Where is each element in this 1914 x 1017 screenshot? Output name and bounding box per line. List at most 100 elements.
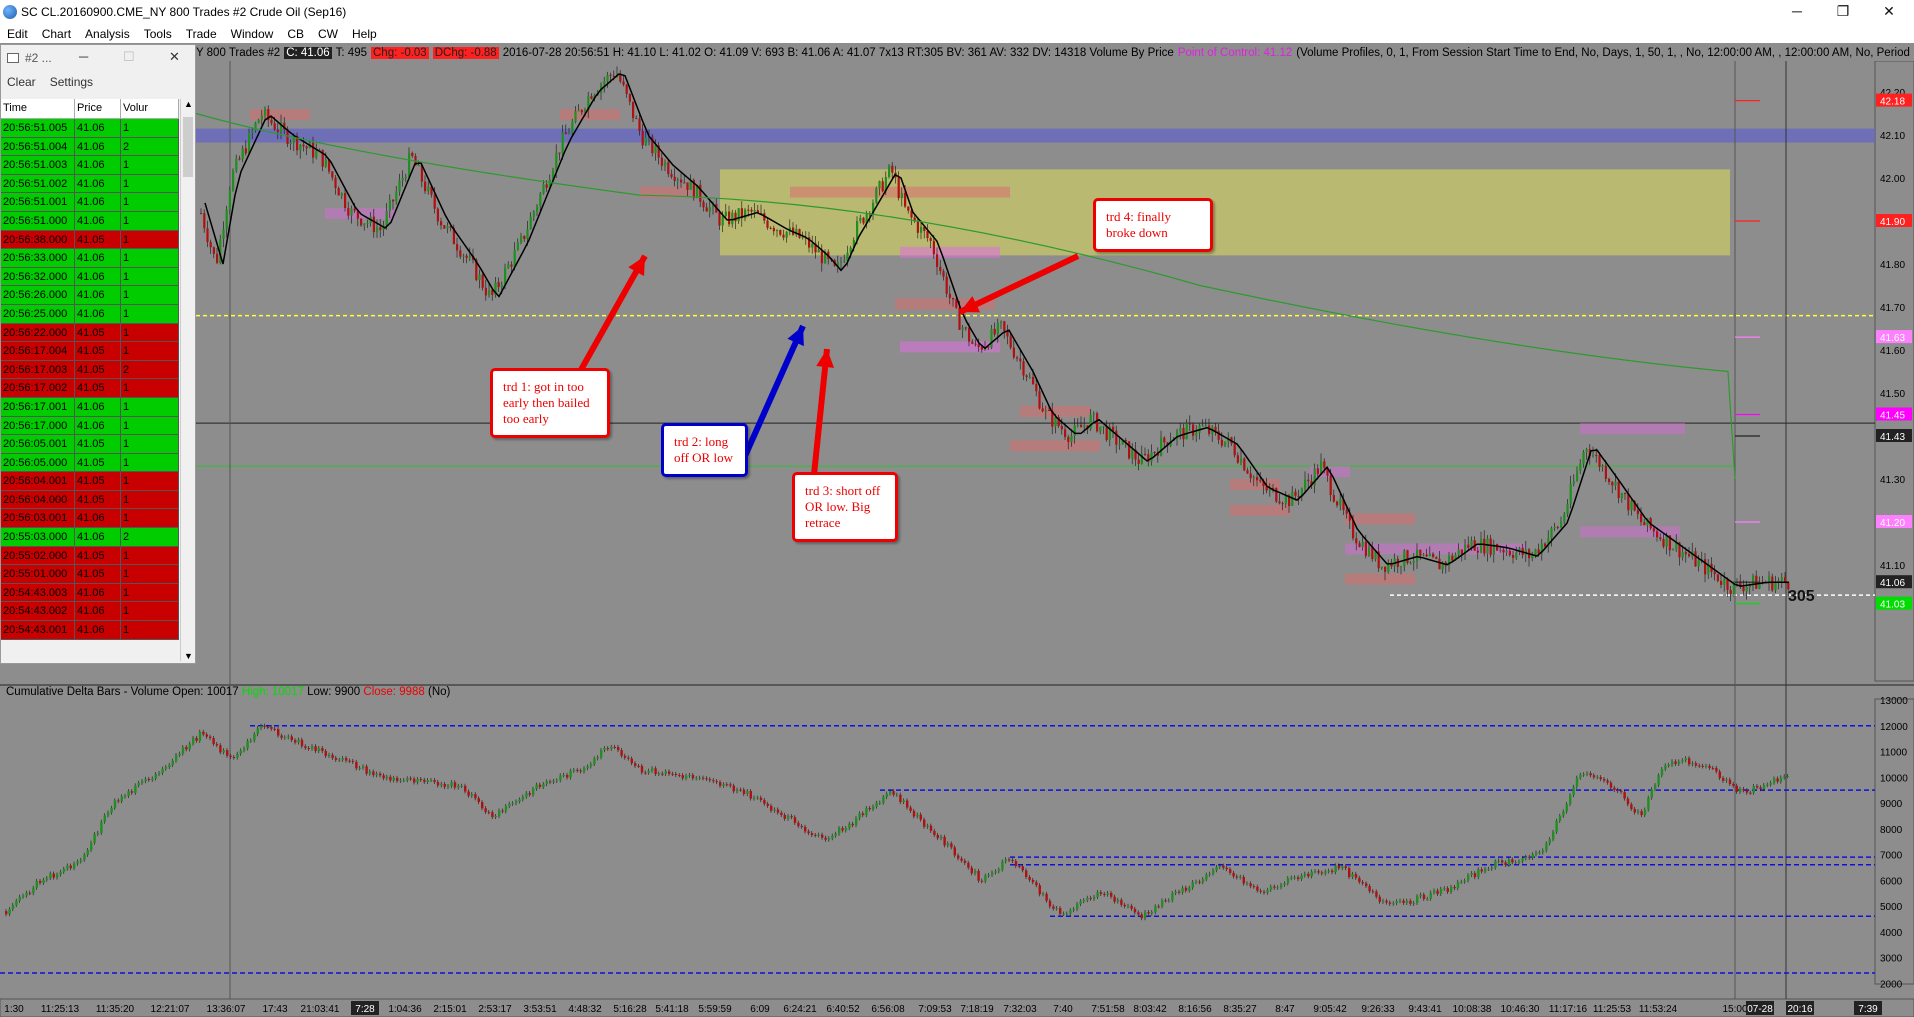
ts-row[interactable]: 20:56:04.001 41.05 1	[1, 472, 179, 491]
col-volume[interactable]: Volur	[121, 99, 179, 118]
candle-body	[993, 328, 996, 335]
ts-row[interactable]: 20:55:01.000 41.05 1	[1, 565, 179, 584]
ts-row[interactable]: 20:56:33.000 41.06 1	[1, 249, 179, 268]
menu-edit[interactable]: Edit	[0, 27, 35, 41]
menu-analysis[interactable]: Analysis	[78, 27, 137, 41]
ts-row[interactable]: 20:56:05.000 41.05 1	[1, 453, 179, 473]
delta-body	[474, 794, 477, 799]
candle-body	[680, 179, 683, 183]
delta-body	[899, 794, 902, 803]
clear-button[interactable]: Clear	[7, 75, 36, 89]
delta-body	[1127, 905, 1130, 907]
close-button[interactable]: ✕	[1866, 0, 1912, 22]
delta-body	[579, 770, 582, 772]
ts-minimize-icon[interactable]: ─	[79, 49, 88, 64]
ts-row[interactable]: 20:56:17.000 41.06 1	[1, 416, 179, 436]
time-tick-label: 1:30	[4, 1004, 24, 1015]
candle-body	[977, 344, 980, 348]
ts-price: 41.06	[75, 397, 121, 416]
ts-row[interactable]: 20:56:26.000 41.06 1	[1, 286, 179, 305]
ts-row[interactable]: 20:56:51.001 41.06 1	[1, 193, 179, 212]
menu-chart[interactable]: Chart	[35, 27, 78, 41]
delta-body	[725, 784, 729, 786]
time-and-sales-window[interactable]: #2 ... ─ ☐ ✕ Clear Settings Time Price V…	[0, 44, 196, 664]
delta-body	[569, 770, 572, 778]
volume-profile-block	[1580, 526, 1680, 538]
ts-row[interactable]: 20:56:22.000 41.05 1	[1, 323, 179, 343]
delta-body	[491, 812, 494, 817]
delta-body	[719, 782, 722, 786]
delta-body	[603, 748, 606, 751]
settings-button[interactable]: Settings	[50, 75, 93, 89]
ts-scrollbar[interactable]: ▲ ▼	[180, 99, 195, 661]
candle-body	[1160, 437, 1163, 456]
ts-row[interactable]: 20:56:05.001 41.05 1	[1, 435, 179, 454]
candle-body	[1124, 439, 1127, 442]
ts-row[interactable]: 20:56:04.000 41.05 1	[1, 490, 179, 510]
ts-time: 20:56:32.000	[1, 267, 75, 286]
maximize-button[interactable]: ❐	[1820, 0, 1866, 22]
delta-body	[1569, 795, 1572, 805]
scroll-down-icon[interactable]: ▼	[184, 651, 193, 661]
candle-body	[939, 266, 942, 272]
candle-body	[1022, 361, 1025, 376]
price-chart[interactable]: 42.2042.1042.0041.9041.8041.7041.6041.50…	[0, 44, 1914, 1017]
delta-tick-label: 10000	[1880, 773, 1908, 784]
candle-body	[1617, 481, 1620, 499]
candle-body	[635, 118, 638, 120]
ts-row[interactable]: 20:56:17.004 41.05 1	[1, 342, 179, 361]
scroll-up-icon[interactable]: ▲	[184, 99, 193, 109]
ts-row[interactable]: 20:56:03.001 41.06 1	[1, 509, 179, 529]
ts-time: 20:56:22.000	[1, 323, 75, 342]
ts-row[interactable]: 20:54:43.002 41.06 1	[1, 602, 179, 622]
delta-body	[960, 858, 963, 861]
col-price[interactable]: Price	[75, 99, 121, 118]
ts-row[interactable]: 20:54:43.001 41.06 1	[1, 621, 179, 640]
minimize-button[interactable]: ─	[1774, 0, 1820, 22]
delta-body	[317, 748, 321, 752]
candle-body	[520, 235, 523, 243]
candle-body	[1409, 562, 1412, 564]
menu-cw[interactable]: CW	[311, 27, 345, 41]
ts-row[interactable]: 20:56:51.002 41.06 1	[1, 174, 179, 194]
ts-row[interactable]: 20:54:43.003 41.06 1	[1, 583, 179, 603]
ts-row[interactable]: 20:55:03.000 41.06 2	[1, 528, 179, 547]
ts-row[interactable]: 20:56:51.005 41.06 1	[1, 119, 179, 138]
ts-maximize-icon[interactable]: ☐	[123, 49, 135, 65]
col-time[interactable]: Time	[1, 99, 75, 118]
delta-body	[1722, 778, 1725, 781]
menu-cb[interactable]: CB	[280, 27, 311, 41]
ts-row[interactable]: 20:56:38.000 41.05 1	[1, 230, 179, 250]
candle-body	[1339, 499, 1342, 506]
ts-row[interactable]: 20:56:51.003 41.06 1	[1, 156, 179, 175]
delta-body	[1249, 883, 1252, 887]
ts-close-icon[interactable]: ✕	[169, 49, 180, 65]
delta-body	[11, 904, 15, 910]
ts-row[interactable]: 20:56:32.000 41.06 1	[1, 267, 179, 287]
ts-table[interactable]: Time Price Volur 20:56:51.005 41.06 1 20:56…	[1, 99, 179, 640]
ts-row[interactable]: 20:56:25.000 41.06 1	[1, 304, 179, 324]
delta-body	[1609, 782, 1613, 788]
candle-body	[1480, 538, 1483, 553]
delta-body	[147, 778, 151, 780]
price-tick-label: 41.30	[1880, 475, 1905, 486]
delta-body	[756, 797, 759, 799]
candle-body	[574, 111, 577, 123]
candle-body	[1259, 480, 1262, 482]
ts-row[interactable]: 20:56:17.002 41.05 1	[1, 379, 179, 398]
ts-row[interactable]: 20:55:02.000 41.05 1	[1, 546, 179, 566]
delta-body	[919, 814, 922, 820]
menu-tools[interactable]: Tools	[137, 27, 179, 41]
ts-row[interactable]: 20:56:17.001 41.06 1	[1, 397, 179, 417]
ts-price: 41.05	[75, 342, 121, 360]
ts-titlebar[interactable]: #2 ... ─ ☐ ✕	[1, 45, 195, 71]
delta-body	[1684, 758, 1687, 761]
menu-trade[interactable]: Trade	[179, 27, 224, 41]
ts-row[interactable]: 20:56:51.004 41.06 2	[1, 137, 179, 157]
ts-row[interactable]: 20:56:51.000 41.06 1	[1, 211, 179, 231]
ts-row[interactable]: 20:56:17.003 41.05 2	[1, 360, 179, 380]
candle-body	[340, 193, 343, 196]
menu-window[interactable]: Window	[224, 27, 281, 41]
menu-help[interactable]: Help	[345, 27, 384, 41]
scroll-thumb[interactable]	[183, 117, 193, 177]
